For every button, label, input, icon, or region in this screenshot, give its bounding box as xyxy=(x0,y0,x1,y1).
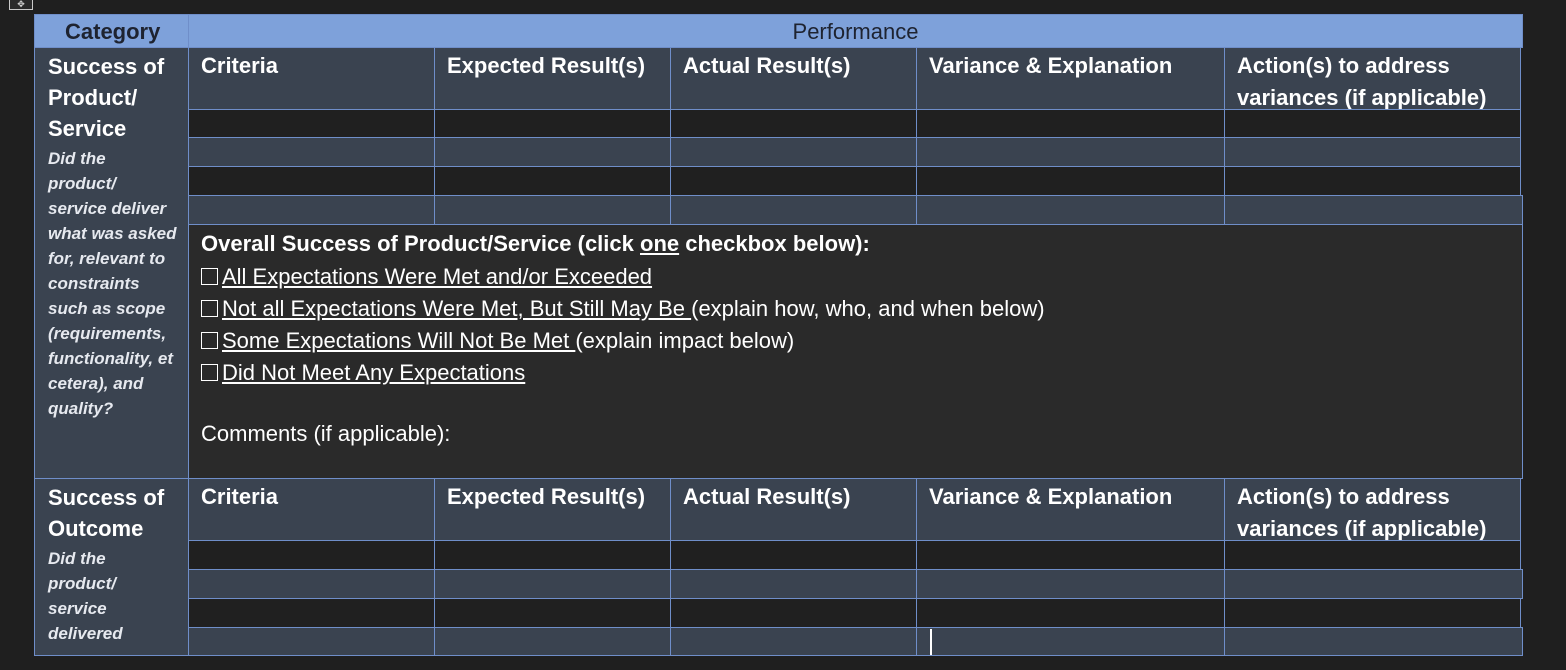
option-not-all-met: Not all Expectations Were Met, But Still… xyxy=(201,293,1510,325)
expected-results-header[interactable]: Expected Result(s) xyxy=(434,47,671,110)
comments-label: Comments (if applicable): xyxy=(201,421,451,446)
outcome-variance-explanation-header[interactable]: Variance & Explanation xyxy=(916,478,1225,541)
product-row2-action-cell[interactable] xyxy=(1224,137,1521,167)
option-some-not-met-note: (explain impact below) xyxy=(575,328,795,353)
product-service-category-cell[interactable]: Success of Product/ Service Did the prod… xyxy=(34,47,189,479)
option-all-met: All Expectations Were Met and/or Exceede… xyxy=(201,261,1510,293)
outcome-row1-variance-cell[interactable] xyxy=(916,540,1225,570)
product-row2-expected-cell[interactable] xyxy=(434,137,671,167)
outcome-title: Success of Outcome xyxy=(48,485,165,541)
outcome-row1-criteria-cell[interactable] xyxy=(188,540,435,570)
outcome-row1-expected-cell[interactable] xyxy=(434,540,671,570)
outcome-row2-variance-cell[interactable] xyxy=(916,569,1225,599)
outcome-row2-criteria-cell[interactable] xyxy=(188,569,435,599)
outcome-row1-actual-cell[interactable] xyxy=(670,540,917,570)
product-row2-actual-cell[interactable] xyxy=(670,137,917,167)
product-row1-variance-cell[interactable] xyxy=(916,109,1225,138)
outcome-row2-expected-cell[interactable] xyxy=(434,569,671,599)
overall-success-heading: Overall Success of Product/Service (clic… xyxy=(201,229,1510,261)
product-row2-criteria-cell[interactable] xyxy=(188,137,435,167)
product-row4-variance-cell[interactable] xyxy=(916,195,1225,225)
outcome-category-cell[interactable]: Success of Outcome Did the product/ serv… xyxy=(34,478,189,656)
product-row4-criteria-cell[interactable] xyxy=(188,195,435,225)
outcome-row3-actual-cell[interactable] xyxy=(670,598,917,628)
outcome-row4-expected-cell[interactable] xyxy=(434,627,671,656)
product-service-description: Did the product/ service deliver what wa… xyxy=(48,149,177,418)
outcome-row2-actual-cell[interactable] xyxy=(670,569,917,599)
checkbox-icon[interactable] xyxy=(201,332,218,349)
product-row3-variance-cell[interactable] xyxy=(916,166,1225,196)
option-some-not-met-label: Some Expectations Will Not Be Met xyxy=(222,328,576,353)
outcome-actual-results-header[interactable]: Actual Result(s) xyxy=(670,478,917,541)
outcome-row3-expected-cell[interactable] xyxy=(434,598,671,628)
product-row4-actual-cell[interactable] xyxy=(670,195,917,225)
product-row4-expected-cell[interactable] xyxy=(434,195,671,225)
actions-header[interactable]: Action(s) to address variances (if appli… xyxy=(1224,47,1521,110)
outcome-criteria-header[interactable]: Criteria xyxy=(188,478,435,541)
product-row3-action-cell[interactable] xyxy=(1224,166,1521,196)
text-cursor xyxy=(930,629,932,655)
performance-header: Performance xyxy=(188,14,1523,48)
outcome-description: Did the product/ service delivered xyxy=(48,549,123,643)
product-row3-criteria-cell[interactable] xyxy=(188,166,435,196)
product-row1-actual-cell[interactable] xyxy=(670,109,917,138)
product-row4-action-cell[interactable] xyxy=(1224,195,1523,225)
outcome-row4-actual-cell[interactable] xyxy=(670,627,917,656)
outcome-row3-variance-cell[interactable] xyxy=(916,598,1225,628)
project-performance-table: Category Performance Success of Product/… xyxy=(34,14,1523,656)
overall-heading-prefix: Overall Success of Product/Service (clic… xyxy=(201,231,640,256)
criteria-header[interactable]: Criteria xyxy=(188,47,435,110)
outcome-row2-action-cell[interactable] xyxy=(1224,569,1523,599)
outcome-expected-results-header[interactable]: Expected Result(s) xyxy=(434,478,671,541)
product-service-title: Success of Product/ Service xyxy=(48,54,165,141)
option-none-met: Did Not Meet Any Expectations xyxy=(201,357,1510,389)
checkbox-icon[interactable] xyxy=(201,268,218,285)
actual-results-header[interactable]: Actual Result(s) xyxy=(670,47,917,110)
product-row1-action-cell[interactable] xyxy=(1224,109,1521,138)
outcome-actions-header[interactable]: Action(s) to address variances (if appli… xyxy=(1224,478,1521,541)
product-row3-actual-cell[interactable] xyxy=(670,166,917,196)
option-not-all-met-label: Not all Expectations Were Met, But Still… xyxy=(222,296,692,321)
overall-success-cell[interactable]: Overall Success of Product/Service (clic… xyxy=(188,224,1523,479)
variance-explanation-header[interactable]: Variance & Explanation xyxy=(916,47,1225,110)
table-move-handle-icon[interactable]: ✥ xyxy=(9,0,33,10)
checkbox-icon[interactable] xyxy=(201,364,218,381)
overall-heading-emphasis: one xyxy=(640,231,680,256)
product-row3-expected-cell[interactable] xyxy=(434,166,671,196)
product-row2-variance-cell[interactable] xyxy=(916,137,1225,167)
product-row1-criteria-cell[interactable] xyxy=(188,109,435,138)
product-row1-expected-cell[interactable] xyxy=(434,109,671,138)
outcome-row3-action-cell[interactable] xyxy=(1224,598,1521,628)
checkbox-icon[interactable] xyxy=(201,300,218,317)
outcome-row4-action-cell[interactable] xyxy=(1224,627,1523,656)
option-not-all-met-note: (explain how, who, and when below) xyxy=(691,296,1045,321)
option-none-met-label: Did Not Meet Any Expectations xyxy=(222,360,526,385)
outcome-row4-variance-cell[interactable] xyxy=(916,627,1225,656)
outcome-row3-criteria-cell[interactable] xyxy=(188,598,435,628)
outcome-row4-criteria-cell[interactable] xyxy=(188,627,435,656)
overall-heading-suffix: checkbox below): xyxy=(679,231,870,256)
option-all-met-label: All Expectations Were Met and/or Exceede… xyxy=(222,264,653,289)
category-header: Category xyxy=(34,14,189,48)
option-some-not-met: Some Expectations Will Not Be Met (expla… xyxy=(201,325,1510,357)
outcome-row1-action-cell[interactable] xyxy=(1224,540,1521,570)
